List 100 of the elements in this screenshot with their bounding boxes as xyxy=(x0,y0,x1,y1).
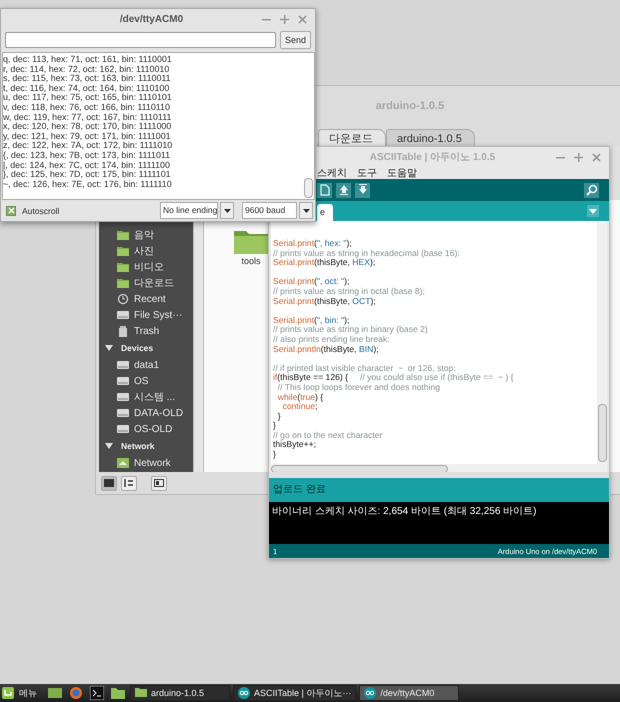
console-line: 바이너리 스케치 사이즈: 2,654 바이트 (최대 32,256 바이트) xyxy=(272,505,538,518)
task-button[interactable]: arduino-1.0.5 xyxy=(130,685,230,701)
sidebar-item[interactable]: Recent xyxy=(102,291,193,307)
checkmark-icon xyxy=(8,207,14,214)
code-line: Serial.println(thisByte, BIN); xyxy=(273,344,380,354)
output-line: v, dec: 118, hex: 76, oct: 166, bin: 1110110 xyxy=(3,102,171,113)
output-line: q, dec: 113, hex: 71, oct: 161, bin: 1110001 xyxy=(3,55,173,65)
autoscroll-checkbox[interactable] xyxy=(6,206,16,216)
down-arrow-icon xyxy=(356,184,368,196)
code-line: } xyxy=(273,421,277,431)
code-line: Serial.print(thisByte, OCT); xyxy=(273,296,377,306)
infinity-icon xyxy=(364,687,376,699)
code-line: Serial.print(", hex: "); xyxy=(273,239,353,249)
code-line: Serial.print(", bin: "); xyxy=(273,316,350,326)
autoscroll-label: Autoscroll xyxy=(22,206,60,216)
sidebar-item[interactable]: 비디오 xyxy=(102,259,193,275)
code-line: Serial.print(", oct: "); xyxy=(273,277,350,287)
toolbar-button[interactable] xyxy=(317,182,332,198)
task-button[interactable]: /dev/ttyACM0 xyxy=(359,685,460,701)
code-line: // if printed last visible character ~ or 126, stop: xyxy=(273,364,456,374)
code-line: thisByte++; xyxy=(273,440,317,450)
panel-view-button[interactable] xyxy=(151,476,167,490)
text-icon xyxy=(124,479,134,487)
output-line: r, dec: 114, hex: 72, oct: 162, bin: 1110010 xyxy=(3,64,170,74)
caret-icon xyxy=(302,208,310,212)
browser-icon xyxy=(69,686,83,700)
window-title: /dev/ttyACM0 xyxy=(118,14,184,24)
code-line: } xyxy=(276,412,282,422)
file-name[interactable]: tools xyxy=(241,256,260,266)
output-line: w, dec: 119, hex: 77, oct: 167, bin: 1110111 xyxy=(3,112,172,122)
clock-icon xyxy=(117,293,129,305)
sidebar-item[interactable]: OS xyxy=(102,373,193,389)
caret-icon xyxy=(224,208,230,212)
baud-rate-dropdown[interactable]: 9600 baud xyxy=(242,202,297,219)
sidebar-item[interactable]: Network xyxy=(102,455,193,471)
scrollbar-thumb[interactable] xyxy=(304,178,313,198)
section-header[interactable]: Network xyxy=(121,441,155,451)
code-line: } xyxy=(273,450,277,460)
menu-item[interactable]: 도구 xyxy=(357,166,377,180)
launcher-button[interactable] xyxy=(109,686,127,700)
start-menu-button[interactable]: 메뉴 xyxy=(2,686,43,700)
sidebar-item[interactable]: DATA-OLD xyxy=(102,405,193,421)
serial-monitor-button[interactable] xyxy=(584,182,599,198)
network-icon xyxy=(117,457,129,469)
sidebar-item[interactable]: 음악 xyxy=(102,227,193,243)
up-arrow-icon xyxy=(338,184,350,196)
code-line: // go on to the next character xyxy=(273,430,384,440)
code-line: if(thisByte == 126) { // you could also use if (thisByte == ~ ) { xyxy=(273,373,515,383)
toolbar-button[interactable] xyxy=(355,182,370,198)
message-input-field[interactable] xyxy=(5,32,276,48)
code-line: continue; xyxy=(282,402,318,412)
drive-icon xyxy=(117,375,129,387)
sidebar-item[interactable]: data1 xyxy=(102,357,193,373)
drive-icon xyxy=(117,359,129,371)
caret-icon xyxy=(589,208,597,214)
toolbar-button[interactable] xyxy=(336,182,351,198)
output-line: ~, dec: 126, hex: 7E, oct: 176, bin: 1111110 xyxy=(3,180,173,190)
magnifier-icon xyxy=(586,184,598,196)
output-line: s, dec: 115, hex: 73, oct: 163, bin: 1110011 xyxy=(3,74,172,84)
code-line: // This loop loops forever and does nothing xyxy=(276,382,442,392)
close-icon xyxy=(592,152,601,162)
output-line: x, dec: 120, hex: 78, oct: 170, bin: 1111000 xyxy=(3,122,172,132)
close-icon xyxy=(298,14,307,24)
code-line: // prints value as string in octal (base 8); xyxy=(273,286,426,297)
drive-icon xyxy=(117,407,129,419)
code-line: while(true) { xyxy=(276,392,324,402)
panel-icon xyxy=(154,479,164,487)
text-view-button[interactable] xyxy=(121,476,137,490)
sidebar-item[interactable]: Trash xyxy=(102,323,193,339)
launcher-button[interactable] xyxy=(88,686,106,700)
scrollbar-thumb[interactable] xyxy=(598,404,607,462)
sidebar-item[interactable]: OS-OLD xyxy=(102,421,193,437)
dropdown-button[interactable] xyxy=(299,202,313,219)
folder-tab[interactable]: 다운로드 xyxy=(318,129,386,147)
line-ending-dropdown[interactable]: No line ending xyxy=(160,202,218,219)
maximize-icon xyxy=(574,152,583,162)
desktop-icon xyxy=(48,686,62,700)
output-line: z, dec: 122, hex: 7A, oct: 172, bin: 1111010 xyxy=(3,141,174,151)
sketch-tab[interactable]: e xyxy=(317,204,334,221)
drive-icon xyxy=(117,391,129,403)
dropdown-button[interactable] xyxy=(220,202,234,219)
drive-icon xyxy=(117,309,129,321)
folder-tab[interactable]: arduino-1.0.5 xyxy=(386,129,475,147)
menu-item[interactable]: 스케치 xyxy=(317,166,347,180)
launcher-button[interactable] xyxy=(46,686,64,700)
status-message: 업로드 완료 xyxy=(269,478,609,502)
folder-view-button[interactable] xyxy=(101,476,117,490)
sidebar-item[interactable]: 다운로드 xyxy=(102,275,193,291)
sidebar-item[interactable]: 시스템 ... xyxy=(102,389,193,405)
section-header[interactable]: Devices xyxy=(121,343,154,353)
output-line: }, dec: 125, hex: 7D, oct: 175, bin: 1111101 xyxy=(3,170,172,180)
maximize-icon xyxy=(280,14,289,24)
output-line: y, dec: 121, hex: 79, oct: 171, bin: 1111001 xyxy=(3,132,172,142)
sidebar-item[interactable]: File Syst··· xyxy=(102,307,193,323)
sidebar-item[interactable]: 사진 xyxy=(102,243,193,259)
menu-item[interactable]: 도움말 xyxy=(387,166,417,180)
send-button[interactable]: Send xyxy=(280,31,311,49)
trash-icon xyxy=(117,325,129,337)
output-line: {, dec: 123, hex: 7B, oct: 173, bin: 1111011 xyxy=(3,150,172,161)
task-button[interactable]: ASCIITable | 아두이노··· xyxy=(233,685,356,701)
